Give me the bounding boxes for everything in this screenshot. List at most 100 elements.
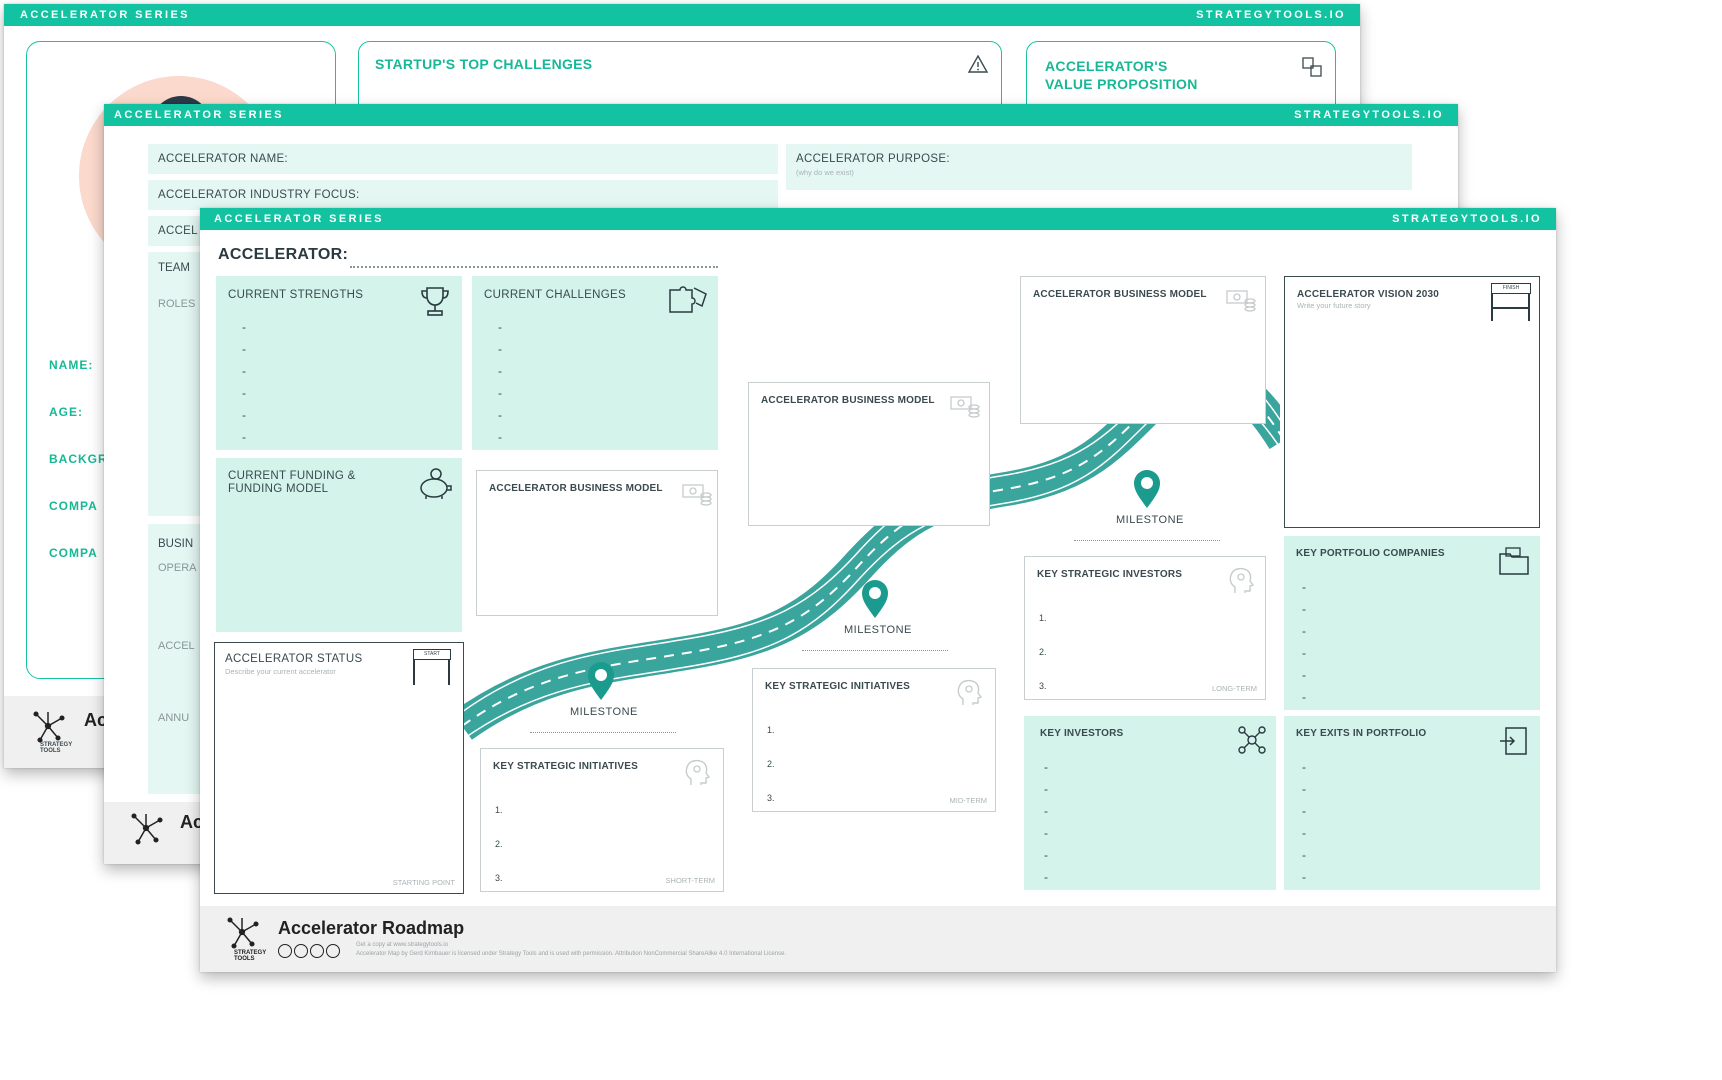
money-icon — [1226, 290, 1256, 312]
gate-bar — [1491, 307, 1530, 309]
bullet: - — [498, 430, 502, 444]
number-3: 3. — [495, 873, 503, 883]
milestone-label-2: MILESTONE — [844, 624, 912, 636]
by-icon — [294, 944, 308, 958]
number-1: 1. — [767, 725, 775, 735]
accelerator-purpose-hint: (why do we exist) — [796, 168, 854, 177]
business-model-box-1: ACCELERATOR BUSINESS MODEL — [476, 470, 718, 616]
bullet: - — [1302, 580, 1306, 594]
sheet-header: ACCELERATOR SERIES STRATEGYTOOLS.IO — [104, 104, 1458, 126]
startup-challenges-title: STARTUP'S TOP CHALLENGES — [375, 56, 593, 72]
current-funding-title-2: FUNDING MODEL — [228, 483, 329, 495]
milestone-label-3: MILESTONE — [1116, 514, 1184, 526]
nc-icon — [310, 944, 324, 958]
business-model-title: ACCELERATOR BUSINESS MODEL — [1033, 289, 1207, 300]
key-strategic-investors-title: KEY STRATEGIC INVESTORS — [1037, 569, 1183, 580]
milestone-pin-icon — [588, 662, 614, 700]
accelerator-status-box: ACCELERATOR STATUS Describe your current… — [214, 642, 464, 894]
money-icon — [950, 396, 980, 418]
persona-field-name: NAME: — [49, 358, 94, 372]
sheet-header: ACCELERATOR SERIES STRATEGYTOOLS.IO — [4, 4, 1360, 26]
current-strengths-box: CURRENT STRENGTHS - - - - - - — [216, 276, 462, 450]
key-strategic-initiatives-box-1: KEY STRATEGIC INITIATIVES 1. 2. 3. SHORT… — [480, 748, 724, 892]
team-label: TEAM — [158, 262, 190, 274]
trophy-icon — [421, 287, 449, 316]
bullet: - — [1302, 690, 1306, 704]
milestone-pin-icon — [862, 580, 888, 618]
milestone-line-2 — [802, 650, 948, 651]
key-strategic-investors-box: KEY STRATEGIC INVESTORS 1. 2. 3. LONG-TE… — [1024, 556, 1266, 700]
number-2: 2. — [495, 839, 503, 849]
bullet: - — [1302, 826, 1306, 840]
footer-title: Accelerator Roadmap — [278, 918, 465, 938]
key-investors-title: KEY INVESTORS — [1040, 728, 1124, 739]
idea-head-icon — [1229, 567, 1255, 593]
starting-point-label: STARTING POINT — [392, 878, 455, 887]
team-panel: TEAM ROLES — [148, 252, 208, 516]
bullet: - — [1302, 870, 1306, 884]
strengths-bullets: - - - - - - — [242, 316, 246, 448]
number-3: 3. — [767, 793, 775, 803]
long-term-label: LONG-TERM — [1212, 684, 1257, 693]
key-strategic-initiatives-title: KEY STRATEGIC INITIATIVES — [765, 681, 911, 692]
bullet: - — [498, 386, 502, 400]
number-1: 1. — [1039, 613, 1047, 623]
bullet: - — [1302, 624, 1306, 638]
persona-field-age: AGE: — [49, 405, 83, 419]
mid-term-label: MID-TERM — [949, 796, 988, 805]
bullet: - — [242, 408, 246, 422]
accelerator-vision-hint: Write your future story — [1297, 301, 1371, 310]
idea-head-icon — [957, 679, 983, 705]
strategy-tools-logo — [227, 917, 259, 949]
bullet: - — [498, 320, 502, 334]
industry-focus-label: ACCELERATOR INDUSTRY FOCUS: — [158, 189, 360, 201]
accelerator-vision-title: ACCELERATOR VISION 2030 — [1297, 289, 1440, 300]
number-2: 2. — [1039, 647, 1047, 657]
logo-text: STRATEGY TOOLS — [40, 742, 73, 754]
bullet: - — [1302, 760, 1306, 774]
milestone-line-3 — [1074, 540, 1220, 541]
industry-focus-field: ACCELERATOR INDUSTRY FOCUS: — [148, 180, 778, 210]
warning-icon — [967, 54, 989, 73]
current-funding-title-1: CURRENT FUNDING & — [228, 470, 356, 482]
accelerator-status-title: ACCELERATOR STATUS — [225, 653, 363, 665]
operations-label: OPERA — [158, 562, 197, 574]
key-portfolio-companies-title: KEY PORTFOLIO COMPANIES — [1296, 548, 1445, 559]
idea-head-icon — [685, 759, 711, 785]
bullet: - — [1044, 870, 1048, 884]
bullet: - — [1302, 668, 1306, 682]
bullet: - — [242, 364, 246, 378]
key-strategic-initiatives-title: KEY STRATEGIC INITIATIVES — [493, 761, 639, 772]
bullet: - — [1044, 804, 1048, 818]
key-exits-box: KEY EXITS IN PORTFOLIO - - - - - - — [1284, 716, 1540, 890]
network-icon — [1238, 726, 1266, 754]
key-investors-box: KEY INVESTORS - - - - - - — [1024, 716, 1276, 890]
bullet: - — [242, 430, 246, 444]
business-panel: BUSIN OPERA ACCEL ANNU — [148, 524, 208, 794]
investor-numbers: 1. 2. 3. — [1039, 601, 1047, 703]
bullet: - — [1302, 782, 1306, 796]
key-exits-title: KEY EXITS IN PORTFOLIO — [1296, 728, 1427, 739]
milestone-line-1 — [530, 732, 676, 733]
footer-source-line: Get a copy at www.strategytools.io — [356, 942, 449, 948]
bullet: - — [498, 364, 502, 378]
number-1: 1. — [495, 805, 503, 815]
finish-gate-sign: FINISH — [1491, 283, 1531, 294]
challenges-bullets: - - - - - - — [498, 316, 502, 448]
bullet: - — [1302, 804, 1306, 818]
value-proposition-title-1: ACCELERATOR'S — [1045, 58, 1168, 74]
start-gate-icon: START — [413, 649, 451, 685]
accelerator-purpose-label: ACCELERATOR PURPOSE: — [796, 153, 950, 165]
business-model-box-2: ACCELERATOR BUSINESS MODEL — [748, 382, 990, 526]
accel-label: ACCEL — [158, 640, 195, 652]
short-term-label: SHORT-TERM — [665, 876, 715, 885]
portfolio-folder-icon — [1499, 547, 1529, 575]
portfolio-bullets: - - - - - - — [1302, 576, 1306, 708]
accelerator-name-field: ACCELERATOR NAME: — [148, 144, 778, 174]
footer-license-line: Accelerator Map by Gerd Kirnbauer is lic… — [356, 951, 787, 957]
annual-label: ANNU — [158, 712, 190, 724]
current-funding-box: CURRENT FUNDING & FUNDING MODEL — [216, 458, 462, 632]
license-icons — [278, 944, 348, 958]
accelerator-name-label: ACCELERATOR NAME: — [158, 153, 288, 165]
start-gate-sign: START — [413, 649, 451, 660]
